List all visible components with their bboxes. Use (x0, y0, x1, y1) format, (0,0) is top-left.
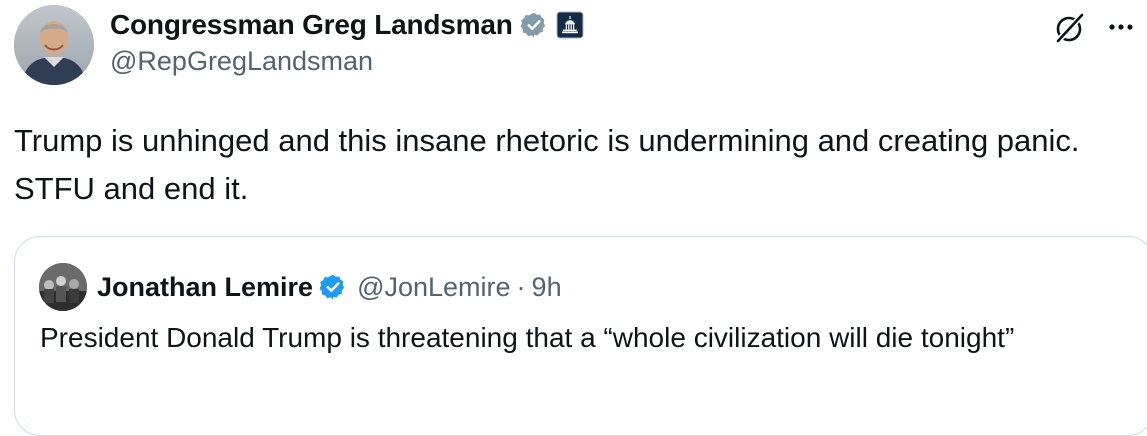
author-avatar[interactable] (14, 5, 94, 85)
author-name-row: Congressman Greg Landsman (110, 6, 584, 44)
quoted-display-name[interactable]: Jonathan Lemire (97, 272, 313, 303)
tweet-text: Trump is unhinged and this insane rhetor… (14, 123, 1080, 206)
blue-verified-icon[interactable] (319, 273, 347, 301)
grok-slash-icon[interactable] (1053, 10, 1089, 46)
quoted-tweet-text: President Donald Trump is threatening th… (40, 322, 1015, 353)
tweet-card: Congressman Greg Landsman @RepGregLandsm… (0, 0, 1147, 436)
quoted-tweet[interactable]: Jonathan Lemire @JonLemire · 9h Presiden… (14, 236, 1147, 436)
more-horizontal-icon[interactable] (1104, 10, 1138, 44)
author-handle[interactable]: @RepGregLandsman (110, 46, 373, 77)
quoted-author-avatar[interactable] (39, 263, 87, 311)
quoted-separator: · (516, 271, 526, 302)
quoted-handle[interactable]: @JonLemire (357, 272, 510, 303)
quoted-timestamp[interactable]: 9h (532, 272, 562, 303)
quoted-author-row: Jonathan Lemire @JonLemire · 9h (97, 268, 562, 306)
author-display-name[interactable]: Congressman Greg Landsman (110, 9, 513, 41)
gray-verified-icon[interactable] (520, 11, 548, 39)
us-capitol-icon[interactable] (556, 11, 584, 39)
